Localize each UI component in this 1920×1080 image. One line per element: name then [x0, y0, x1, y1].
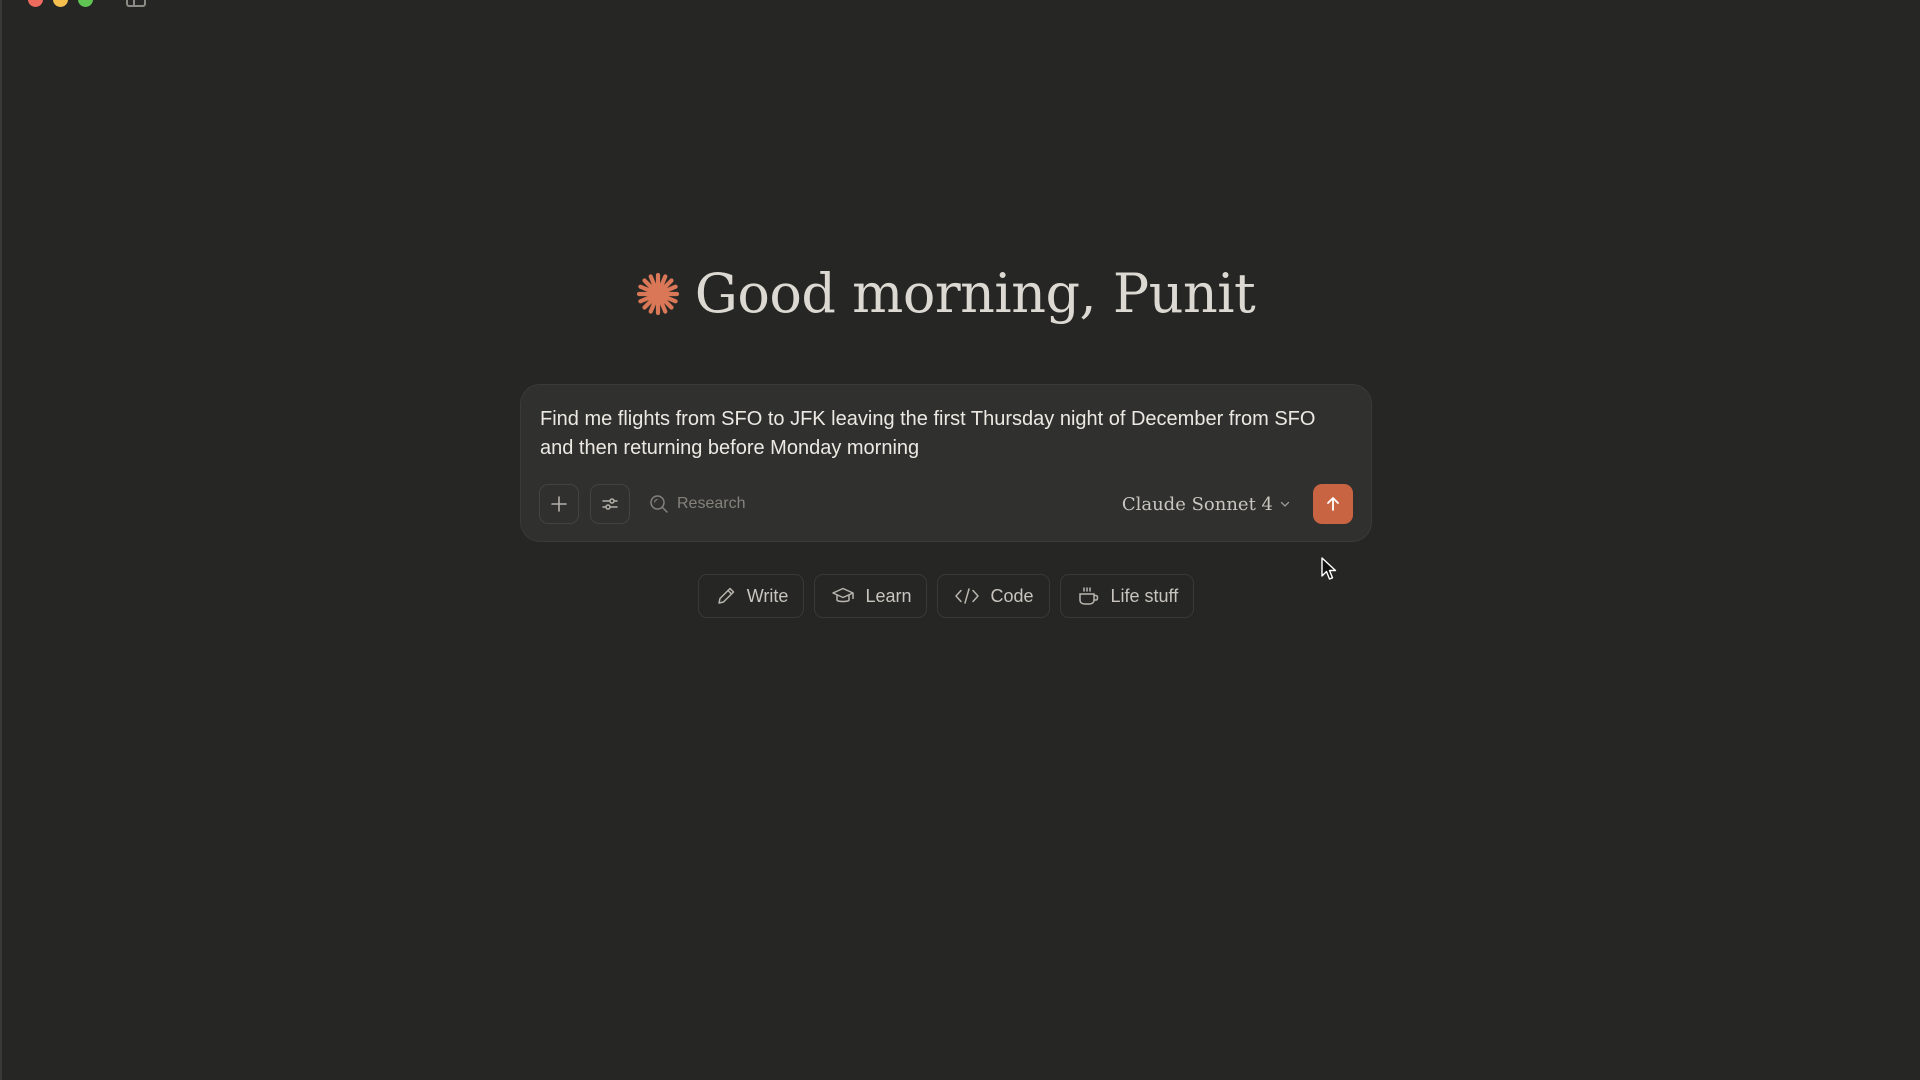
chip-label: Learn [865, 585, 912, 606]
chip-write[interactable]: Write [697, 574, 805, 618]
research-toggle[interactable]: Research [649, 484, 745, 524]
model-selector[interactable]: Claude Sonnet 4 [1122, 484, 1291, 524]
sliders-icon [602, 498, 618, 510]
chip-learn[interactable]: Learn [814, 574, 928, 618]
chip-life-stuff[interactable]: Life stuff [1059, 574, 1195, 618]
mouse-cursor-icon [1321, 557, 1337, 580]
close-window-button[interactable] [28, 0, 43, 7]
coffee-cup-icon [1078, 587, 1098, 605]
code-icon [955, 588, 980, 604]
plus-icon [551, 496, 567, 512]
greeting-header: Good morning, Punit [2, 262, 1888, 325]
graduation-cap-icon [832, 587, 855, 603]
app-window: Good morning, Punit Find me flights from… [0, 0, 1920, 1080]
greeting-text: Good morning, Punit [694, 262, 1256, 325]
maximize-window-button[interactable] [78, 0, 93, 7]
claude-asterisk-icon [636, 272, 679, 315]
add-attachment-button[interactable] [539, 484, 579, 524]
chip-label: Write [746, 585, 789, 606]
research-label: Research [677, 495, 746, 512]
chip-code[interactable]: Code [937, 574, 1050, 618]
minimize-window-button[interactable] [53, 0, 68, 7]
pencil-icon [718, 587, 735, 604]
message-composer[interactable]: Find me flights from SFO to JFK leaving … [520, 384, 1372, 542]
suggestion-chips: Write Learn Code Life stuff [2, 574, 1890, 618]
tools-settings-button[interactable] [590, 484, 630, 524]
model-label: Claude Sonnet 4 [1121, 493, 1273, 515]
window-controls [28, 0, 93, 7]
prompt-input[interactable]: Find me flights from SFO to JFK leaving … [540, 405, 1341, 463]
arrow-up-icon [1327, 497, 1339, 511]
chevron-down-icon [1280, 501, 1290, 507]
chip-label: Life stuff [1110, 585, 1179, 606]
search-icon [650, 495, 668, 513]
sidebar-toggle-icon[interactable] [126, 0, 146, 7]
send-button[interactable] [1313, 484, 1353, 524]
chip-label: Code [990, 585, 1034, 606]
